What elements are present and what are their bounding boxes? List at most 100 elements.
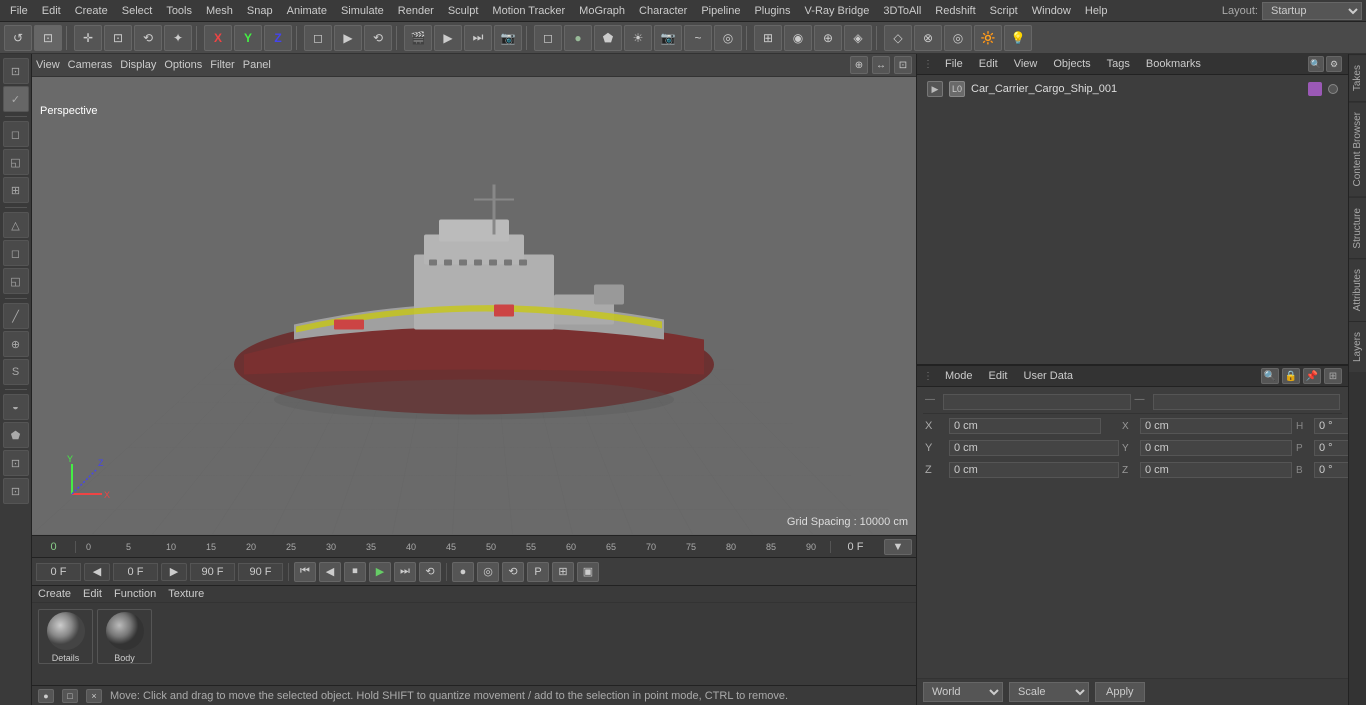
menu-select[interactable]: Select — [116, 3, 159, 19]
menu-edit[interactable]: Edit — [36, 3, 67, 19]
x-axis-btn[interactable]: X — [204, 25, 232, 51]
vp-menu-options[interactable]: Options — [164, 59, 202, 71]
menu-render[interactable]: Render — [392, 3, 440, 19]
tab-structure[interactable]: Structure — [1349, 197, 1366, 259]
undo-btn[interactable]: ↺ — [4, 25, 32, 51]
status-icon-3[interactable]: × — [86, 689, 102, 703]
menu-animate[interactable]: Animate — [281, 3, 333, 19]
obj-menu-view[interactable]: View — [1010, 58, 1042, 70]
menu-mesh[interactable]: Mesh — [200, 3, 239, 19]
sweep-btn[interactable]: ◎ — [714, 25, 742, 51]
sidebar-sculpt[interactable]: ⬟ — [3, 422, 29, 448]
cube-btn[interactable]: ◻ — [534, 25, 562, 51]
snapshot-btn[interactable]: 📷 — [494, 25, 522, 51]
sidebar-tool1[interactable]: ╱ — [3, 303, 29, 329]
pos-y-input[interactable] — [949, 440, 1119, 456]
vp-ctrl-1[interactable]: ⊕ — [850, 56, 868, 74]
start-frame-input[interactable] — [36, 563, 81, 581]
rot-h-val[interactable] — [1314, 418, 1348, 434]
attr-menu-userdata[interactable]: User Data — [1020, 370, 1078, 382]
attr-lock-btn[interactable]: 🔒 — [1282, 368, 1300, 384]
sidebar-render2[interactable]: ◱ — [3, 149, 29, 175]
vp-menu-view[interactable]: View — [36, 59, 60, 71]
vp-menu-filter[interactable]: Filter — [210, 59, 234, 71]
attr-menu-edit[interactable]: Edit — [985, 370, 1012, 382]
move-btn[interactable]: ✛ — [74, 25, 102, 51]
attr-expand-btn[interactable]: ⊞ — [1324, 368, 1342, 384]
frame-back-btn[interactable]: ◀ — [84, 563, 110, 581]
viewport[interactable]: View Cameras Display Options Filter Pane… — [32, 54, 916, 535]
object-mode-btn[interactable]: ◻ — [304, 25, 332, 51]
menu-pipeline[interactable]: Pipeline — [695, 3, 746, 19]
sidebar-grid[interactable]: ⊞ — [3, 177, 29, 203]
menu-3dto[interactable]: 3DToAll — [877, 3, 927, 19]
sidebar-tool2[interactable]: ⊕ — [3, 331, 29, 357]
timeline[interactable]: 0 0 5 10 15 20 25 30 35 40 45 50 55 60 6… — [32, 535, 916, 557]
pos-x-input[interactable] — [949, 418, 1101, 434]
deformer-btn[interactable]: ◇ — [884, 25, 912, 51]
sidebar-arrow[interactable]: ⊡ — [3, 58, 29, 84]
mat-menu-function[interactable]: Function — [114, 588, 156, 600]
soft-sel-btn[interactable]: ⊕ — [814, 25, 842, 51]
menu-character[interactable]: Character — [633, 3, 693, 19]
menu-help[interactable]: Help — [1079, 3, 1114, 19]
obj-menu-bookmarks[interactable]: Bookmarks — [1142, 58, 1205, 70]
mat-menu-texture[interactable]: Texture — [168, 588, 204, 600]
material-item-details[interactable]: Details — [38, 609, 93, 664]
cylinder-btn[interactable]: ⬟ — [594, 25, 622, 51]
keyframe-btn[interactable]: ▼ — [884, 539, 912, 555]
sidebar-obj1[interactable]: △ — [3, 212, 29, 238]
frame-fwd-btn[interactable]: ▶ — [161, 563, 187, 581]
menu-snap[interactable]: Snap — [241, 3, 279, 19]
polygon-mode-btn[interactable]: ▶ — [334, 25, 362, 51]
snap-btn[interactable]: ◉ — [784, 25, 812, 51]
grid2-btn[interactable]: ⊞ — [552, 562, 574, 582]
sidebar-obj3[interactable]: ◱ — [3, 268, 29, 294]
spline-btn[interactable]: ~ — [684, 25, 712, 51]
status-icon-2[interactable]: □ — [62, 689, 78, 703]
vp-menu-display[interactable]: Display — [120, 59, 156, 71]
timeline-markers[interactable]: 0 5 10 15 20 25 30 35 40 45 50 55 60 65 … — [76, 536, 830, 557]
obj-item-ship[interactable]: ▶ L0 Car_Carrier_Cargo_Ship_001 — [923, 79, 1342, 99]
menu-vray[interactable]: V-Ray Bridge — [799, 3, 876, 19]
menu-simulate[interactable]: Simulate — [335, 3, 390, 19]
obj-visibility-dot[interactable] — [1328, 84, 1338, 94]
go-end-btn[interactable]: ⏭ — [394, 562, 416, 582]
rot-p-input[interactable] — [1140, 440, 1292, 456]
layout-select[interactable]: Startup — [1262, 2, 1362, 20]
play-btn[interactable]: ▶ — [369, 562, 391, 582]
end-frame-input-1[interactable] — [190, 563, 235, 581]
end-frame-input-2[interactable] — [238, 563, 283, 581]
obj-settings-btn[interactable]: ⚙ — [1326, 56, 1342, 72]
obj-menu-objects[interactable]: Objects — [1049, 58, 1094, 70]
z-axis-btn[interactable]: Z — [264, 25, 292, 51]
rot-b-val[interactable] — [1314, 462, 1348, 478]
status-icon-1[interactable]: ● — [38, 689, 54, 703]
menu-plugins[interactable]: Plugins — [748, 3, 796, 19]
current-frame-input[interactable] — [113, 563, 158, 581]
rot-b-input[interactable] — [1140, 462, 1292, 478]
live-select-btn[interactable]: ⊡ — [34, 25, 62, 51]
scale-select[interactable]: Scale — [1009, 682, 1089, 702]
tab-attributes[interactable]: Attributes — [1349, 258, 1366, 321]
sidebar-obj2[interactable]: ◻ — [3, 240, 29, 266]
menu-tools[interactable]: Tools — [160, 3, 198, 19]
apply-button[interactable]: Apply — [1095, 682, 1145, 702]
vp-ctrl-2[interactable]: ↔ — [872, 56, 890, 74]
mat-menu-create[interactable]: Create — [38, 588, 71, 600]
sidebar-check[interactable]: ✓ — [3, 86, 29, 112]
render-view-btn[interactable]: 🎬 — [404, 25, 432, 51]
stop-btn[interactable]: ⏹ — [344, 562, 366, 582]
sphere-btn[interactable]: ● — [564, 25, 592, 51]
hair-btn[interactable]: 🔆 — [974, 25, 1002, 51]
sidebar-motion[interactable]: ⊡ — [3, 478, 29, 504]
step-back-btn[interactable]: ◀ — [319, 562, 341, 582]
auto-key-btn[interactable]: ◎ — [477, 562, 499, 582]
vp-menu-cameras[interactable]: Cameras — [68, 59, 113, 71]
coord-field-2[interactable] — [1153, 394, 1341, 410]
go-start-btn[interactable]: ⏮ — [294, 562, 316, 582]
obj-menu-file[interactable]: File — [941, 58, 967, 70]
camera-btn[interactable]: 📷 — [654, 25, 682, 51]
scale-btn[interactable]: ⊡ — [104, 25, 132, 51]
tab-takes[interactable]: Takes — [1349, 54, 1366, 101]
